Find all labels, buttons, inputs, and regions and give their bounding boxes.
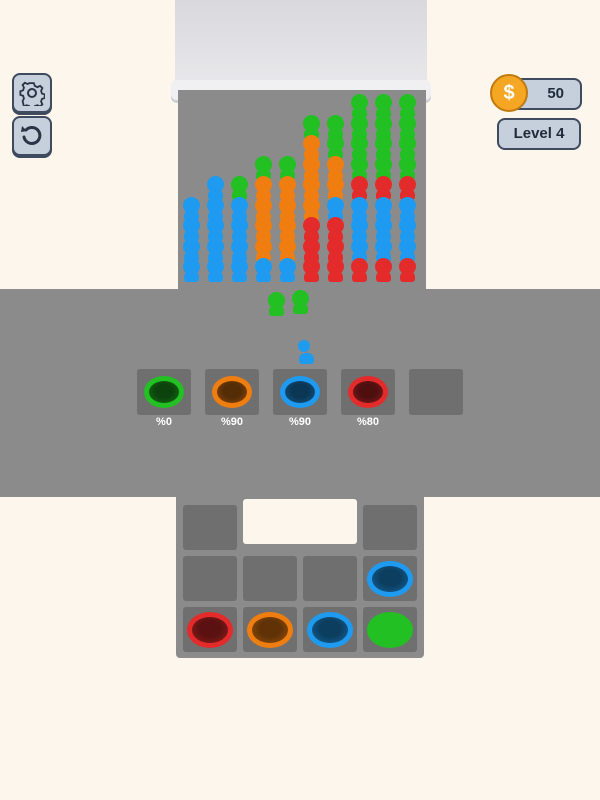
top-bridge xyxy=(175,0,427,90)
storage-slot-empty[interactable] xyxy=(363,505,417,550)
hole-ring-orange xyxy=(212,376,252,408)
storage-gap xyxy=(243,499,357,544)
storage-ring-red xyxy=(187,611,233,648)
storage-slot-blue[interactable] xyxy=(363,556,417,601)
hole-slot-blue[interactable] xyxy=(273,369,327,415)
storage-ring-blue xyxy=(307,611,353,648)
storage-slot-red[interactable] xyxy=(183,607,237,652)
hole-percent: %90 xyxy=(288,416,312,428)
walking-figure-green xyxy=(292,290,309,314)
hole-ring-blue xyxy=(280,376,320,408)
settings-button[interactable] xyxy=(12,73,52,113)
coin-amount: 50 xyxy=(547,85,564,102)
hole-percent: %90 xyxy=(220,416,244,428)
hole-slot-red[interactable] xyxy=(341,369,395,415)
restart-button[interactable] xyxy=(12,116,52,156)
storage-slot-empty[interactable] xyxy=(303,556,357,601)
crowd-area xyxy=(178,90,426,295)
walking-figure-green xyxy=(268,292,285,316)
storage-slot-green[interactable] xyxy=(363,607,417,652)
storage-slot-empty[interactable] xyxy=(243,556,297,601)
level-indicator: Level 4 xyxy=(497,118,581,150)
gear-icon xyxy=(19,81,45,106)
hole-percent: %0 xyxy=(156,416,172,428)
hole-percent: %80 xyxy=(356,416,380,428)
storage-slot-orange[interactable] xyxy=(243,607,297,652)
hole-slot-green[interactable] xyxy=(137,369,191,415)
storage-slot-empty[interactable] xyxy=(183,505,237,550)
storage-ring-orange xyxy=(247,611,293,648)
storage-slot-empty[interactable] xyxy=(183,556,237,601)
coin-symbol: $ xyxy=(503,81,515,104)
hole-ring-red xyxy=(348,376,388,408)
coin-icon: $ xyxy=(490,74,528,112)
hole-slot-empty[interactable] xyxy=(409,369,463,415)
hole-slot-orange[interactable] xyxy=(205,369,259,415)
storage-ring-blue xyxy=(367,560,413,597)
walking-figure-blue xyxy=(298,340,314,364)
storage-slot-blue[interactable] xyxy=(303,607,357,652)
restart-icon xyxy=(21,125,42,145)
storage-ring-green xyxy=(367,611,413,648)
hole-ring-green xyxy=(144,376,184,408)
